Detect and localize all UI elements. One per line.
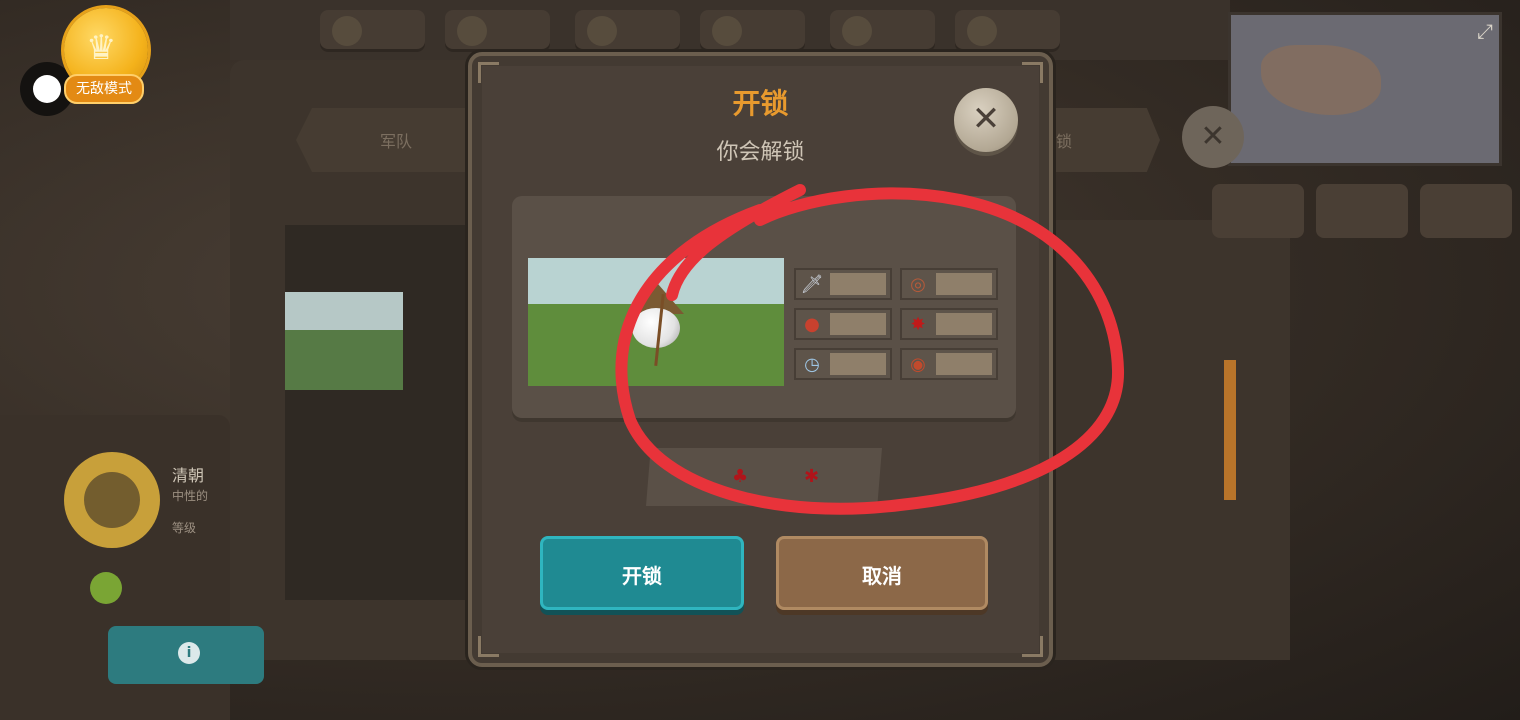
close-icon: ✕ (971, 99, 1001, 139)
tab-locked-label: 锁 (1056, 132, 1073, 151)
potion-icon: ● (804, 314, 820, 335)
crown-grey-icon (842, 16, 872, 46)
stat-speed: ◷ (794, 348, 892, 380)
shield-icon: ◎ (910, 274, 926, 295)
stat-value (830, 353, 886, 375)
unlock-dialog: 开锁 你会解锁 ✕ 🗡 ◎ ● ✸ ◷ ◉ ♣ ✱ 开锁 取消 (468, 52, 1053, 667)
corner-ornament (1022, 636, 1043, 657)
stopwatch-icon: ◷ (804, 354, 820, 375)
stat-defense: ◎ (900, 268, 998, 300)
invincible-mode-label[interactable]: 无敌模式 (64, 74, 144, 104)
resource-slot[interactable] (700, 10, 805, 52)
meat-icon: ♣ (732, 466, 749, 487)
stat-value (936, 273, 992, 295)
stat-attack: 🗡 (794, 268, 892, 300)
crown-red-icon (712, 16, 742, 46)
corner-ornament (1022, 62, 1043, 83)
sword-icon: 🗡 (800, 274, 824, 295)
unlock-cost: ♣ ✱ (646, 448, 882, 506)
crown-green-icon (587, 16, 617, 46)
flag-icon (967, 16, 997, 46)
nation-level-label: 等级 (172, 521, 197, 535)
relation-smile-icon (90, 572, 122, 604)
tab-locked[interactable]: 锁 (1050, 108, 1160, 172)
info-icon: i (178, 642, 200, 664)
info-button[interactable]: i (108, 626, 264, 684)
blood-splat-icon: ✸ (910, 314, 926, 335)
nation-emblem (64, 452, 160, 548)
minimap[interactable]: ⤢ (1228, 12, 1502, 166)
crown-icon: ♛ (86, 28, 117, 68)
smile-icon (332, 16, 362, 46)
unit-preview-image (528, 258, 784, 386)
resource-slot[interactable] (445, 10, 550, 52)
puzzle-icon (457, 16, 487, 46)
resource-slot[interactable] (320, 10, 425, 52)
nation-attitude: 中性的 (172, 489, 209, 503)
locked-panel (1050, 220, 1290, 660)
panel-close-button[interactable]: ✕ (1182, 106, 1244, 168)
corner-ornament (478, 636, 499, 657)
unlock-button[interactable]: 开锁 (540, 536, 744, 610)
stat-value (936, 313, 992, 335)
expand-icon[interactable]: ⤢ (1477, 19, 1493, 43)
globe-button[interactable] (1316, 184, 1408, 238)
scrollbar[interactable] (1224, 360, 1236, 500)
tab-army-label: 军队 (379, 132, 412, 151)
panel-icon-button[interactable] (1212, 184, 1304, 238)
stat-health: ● (794, 308, 892, 340)
stat-value (830, 273, 886, 295)
top-resource-bar (230, 0, 1230, 60)
stat-damage: ✸ (900, 308, 998, 340)
unit-thumbnail[interactable] (285, 292, 403, 390)
cancel-button[interactable]: 取消 (776, 536, 988, 610)
unit-card: 🗡 ◎ ● ✸ ◷ ◉ (512, 196, 1016, 422)
resource-slot[interactable] (830, 10, 935, 52)
close-button[interactable]: ✕ (954, 88, 1018, 152)
stat-value (936, 353, 992, 375)
stat-value (830, 313, 886, 335)
stat-range: ◉ (900, 348, 998, 380)
target-icon: ◉ (910, 354, 926, 375)
resource-slot[interactable] (955, 10, 1060, 52)
nation-name: 清朝 (172, 466, 205, 485)
corner-ornament (478, 62, 499, 83)
tab-army[interactable]: 军队 (296, 108, 496, 172)
army-grid (285, 225, 475, 600)
resource-slot[interactable] (575, 10, 680, 52)
diamond-button[interactable] (1420, 184, 1512, 238)
gem-cluster-icon: ✱ (804, 466, 820, 487)
